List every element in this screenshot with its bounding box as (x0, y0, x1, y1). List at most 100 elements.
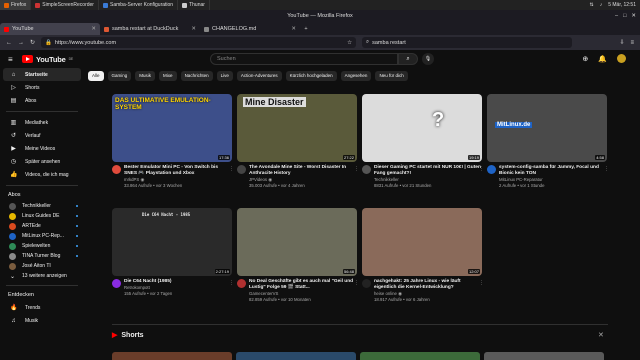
video-thumbnail[interactable]: 12:07 (362, 208, 482, 276)
short-thumb[interactable] (236, 352, 356, 360)
sidebar-subscription[interactable]: ⌄ 13 weitere anzeigen (0, 271, 84, 281)
more-options-icon[interactable]: ⋮ (229, 166, 234, 172)
channel-avatar[interactable] (487, 165, 496, 174)
youtube-logo[interactable]: YouTube DE (22, 55, 73, 64)
video-card[interactable]: Mine Disaster 27:22 The Avondale Mine Site… (237, 94, 359, 188)
sidebar-item-videos-die-ich-mag[interactable]: 👍 Videos, die ich mag (0, 168, 84, 181)
channel-avatar[interactable] (237, 279, 246, 288)
video-thumbnail[interactable]: DAS ULTIMATIVE EMULATION-SYSTEM 17:36 (112, 94, 232, 162)
video-thumbnail[interactable]: Die C64 Nacht - 1985 2:27:19 (112, 208, 232, 276)
chip-action-adventures[interactable]: Action-Adventures (236, 71, 282, 81)
video-thumbnail[interactable]: Mine Disaster 27:22 (237, 94, 357, 162)
hamburger-menu-icon[interactable]: ≡ (8, 55, 13, 64)
forward-icon[interactable]: → (18, 40, 24, 46)
reload-icon[interactable]: ↻ (30, 39, 35, 46)
sidebar-subscription[interactable]: Spielewelten (0, 241, 84, 251)
task-thunar[interactable]: Thunar (178, 0, 210, 10)
tab-close-icon[interactable]: ✕ (291, 26, 296, 32)
video-thumbnail[interactable]: MitLinux.de 4:58 (487, 94, 607, 162)
sidebar-subscription[interactable]: TINA Turner Blog (0, 251, 84, 261)
task-samba-config[interactable]: Samba-Server Konfiguration (99, 0, 179, 10)
network-icon[interactable]: ⇅ (590, 2, 594, 8)
video-title[interactable]: No Deal Geschäfte gibt es auch mal "Geil… (249, 279, 357, 291)
chip-gaming[interactable]: Gaming (107, 71, 132, 81)
more-options-icon[interactable]: ⋮ (229, 280, 234, 286)
create-video-icon[interactable]: ⊕ (582, 55, 588, 63)
video-card[interactable]: Die C64 Nacht - 1985 2:27:19 Die C64 Nacht… (112, 208, 234, 296)
tab-changelog[interactable]: CHANGELOG.md ✕ (200, 23, 300, 35)
video-title[interactable]: nachgehakt: 25 Jahre Linux - wie läuft e… (374, 279, 482, 291)
microphone-icon[interactable]: 🎙 (422, 53, 434, 65)
sidebar-item-shorts[interactable]: ▷ Shorts (0, 81, 84, 94)
tab-close-icon[interactable]: ✕ (91, 26, 96, 32)
chip-nachrichten[interactable]: Nachrichten (180, 71, 213, 81)
task-firefox[interactable]: Firefox (0, 0, 32, 10)
chip-angesehen[interactable]: Angesehen (340, 71, 372, 81)
clock[interactable]: 5 Mär, 12:51 (608, 2, 636, 8)
channel-avatar[interactable] (362, 165, 371, 174)
video-card[interactable]: MitLinux.de 4:58 system-config-samba für J… (487, 94, 609, 188)
notifications-bell-icon[interactable]: 🔔 (598, 55, 607, 63)
more-options-icon[interactable]: ⋮ (354, 166, 359, 172)
shorts-dismiss-icon[interactable]: ✕ (598, 331, 604, 339)
sidebar-item-verlauf[interactable]: ↺ Verlauf (0, 129, 84, 142)
yt-search-button[interactable]: ⌕ (398, 53, 418, 65)
browser-search-bar[interactable]: ⌕ samba restart (362, 37, 573, 48)
video-title[interactable]: Dieser Gaming PC startet mit NUR 10€! | … (374, 165, 482, 177)
video-card[interactable]: 56:48 No Deal Geschäfte gibt es auch mal … (237, 208, 359, 302)
sidebar-item-meine-videos[interactable]: ▶ Meine Videos (0, 142, 84, 155)
sidebar-item-abos[interactable]: ▤ Abos (0, 94, 84, 107)
channel-avatar[interactable] (237, 165, 246, 174)
video-thumbnail[interactable]: 56:48 (237, 208, 357, 276)
video-card[interactable]: 12:07 nachgehakt: 25 Jahre Linux - wie lä… (362, 208, 484, 302)
tab-close-icon[interactable]: ✕ (191, 26, 196, 32)
minimize-icon[interactable]: – (615, 10, 618, 22)
channel-avatar[interactable] (112, 165, 121, 174)
maximize-icon[interactable]: □ (623, 10, 626, 22)
more-options-icon[interactable]: ⋮ (354, 280, 359, 286)
back-icon[interactable]: ← (6, 40, 12, 46)
chip-live[interactable]: Live (216, 71, 233, 81)
sidebar-subscription[interactable]: Linux Guides DE (0, 211, 84, 221)
sidebar-item-startseite[interactable]: ⌂ Startseite (3, 68, 81, 81)
video-card[interactable]: DAS ULTIMATIVE EMULATION-SYSTEM 17:36 Best… (112, 94, 234, 188)
short-thumb[interactable] (360, 352, 480, 360)
video-thumbnail[interactable]: ? 19:19 (362, 94, 482, 162)
channel-avatar[interactable] (362, 279, 371, 288)
sidebar-item-trends[interactable]: 🔥 Trends (0, 301, 84, 314)
more-options-icon[interactable]: ⋮ (479, 166, 484, 172)
video-title[interactable]: The Avondale Mine Site - Worst Disaster … (249, 165, 357, 177)
sidebar-subscription[interactable]: José Aiton TI (0, 261, 84, 271)
tab-youtube[interactable]: YouTube ✕ (0, 23, 100, 35)
task-screenrecorder[interactable]: SimpleScreenRecorder (31, 0, 99, 10)
short-thumb[interactable] (112, 352, 232, 360)
new-tab-button[interactable]: + (300, 23, 312, 35)
tab-duckduckgo[interactable]: samba restart at DuckDuck ✕ (100, 23, 200, 35)
short-thumb[interactable] (484, 352, 604, 360)
yt-search-input[interactable]: Suchen (210, 53, 398, 65)
downloads-icon[interactable]: ⇩ (619, 39, 624, 46)
chip-neu-für-dich[interactable]: Neu für dich (375, 71, 408, 81)
video-card[interactable]: ? 19:19 Dieser Gaming PC startet mit NUR 1… (362, 94, 484, 188)
avatar[interactable] (617, 54, 626, 63)
chip-musik[interactable]: Musik (135, 71, 156, 81)
video-title[interactable]: Bester Emulator Mini PC - Von Switch bis… (124, 165, 232, 177)
close-icon[interactable]: ✕ (631, 10, 636, 22)
channel-avatar[interactable] (112, 279, 121, 288)
chip-alle[interactable]: Alle (88, 71, 104, 81)
sidebar-item-später-ansehen[interactable]: ◷ Später ansehen (0, 155, 84, 168)
sidebar-item-mediathek[interactable]: ▥ Mediathek (0, 116, 84, 129)
bookmark-star-icon[interactable]: ☆ (347, 40, 352, 46)
url-bar[interactable]: 🔒 https://www.youtube.com ☆ (41, 37, 357, 48)
more-options-icon[interactable]: ⋮ (604, 166, 609, 172)
more-options-icon[interactable]: ⋮ (479, 280, 484, 286)
sidebar-subscription[interactable]: Technikkeller (0, 201, 84, 211)
app-menu-icon[interactable]: ≡ (630, 40, 634, 46)
chip-kürzlich-hochgeladen[interactable]: Kürzlich hochgeladen (285, 71, 337, 81)
sidebar-subscription[interactable]: ARTEde (0, 221, 84, 231)
sidebar-item-musik[interactable]: ♫ Musik (0, 314, 84, 327)
volume-icon[interactable]: ♪ (600, 2, 603, 8)
sidebar-subscription[interactable]: MitLinux PC-Rep... (0, 231, 84, 241)
video-title[interactable]: system-config-samba für Jammy, Focal und… (499, 165, 607, 177)
chip-mixe[interactable]: Mixe (159, 71, 177, 81)
